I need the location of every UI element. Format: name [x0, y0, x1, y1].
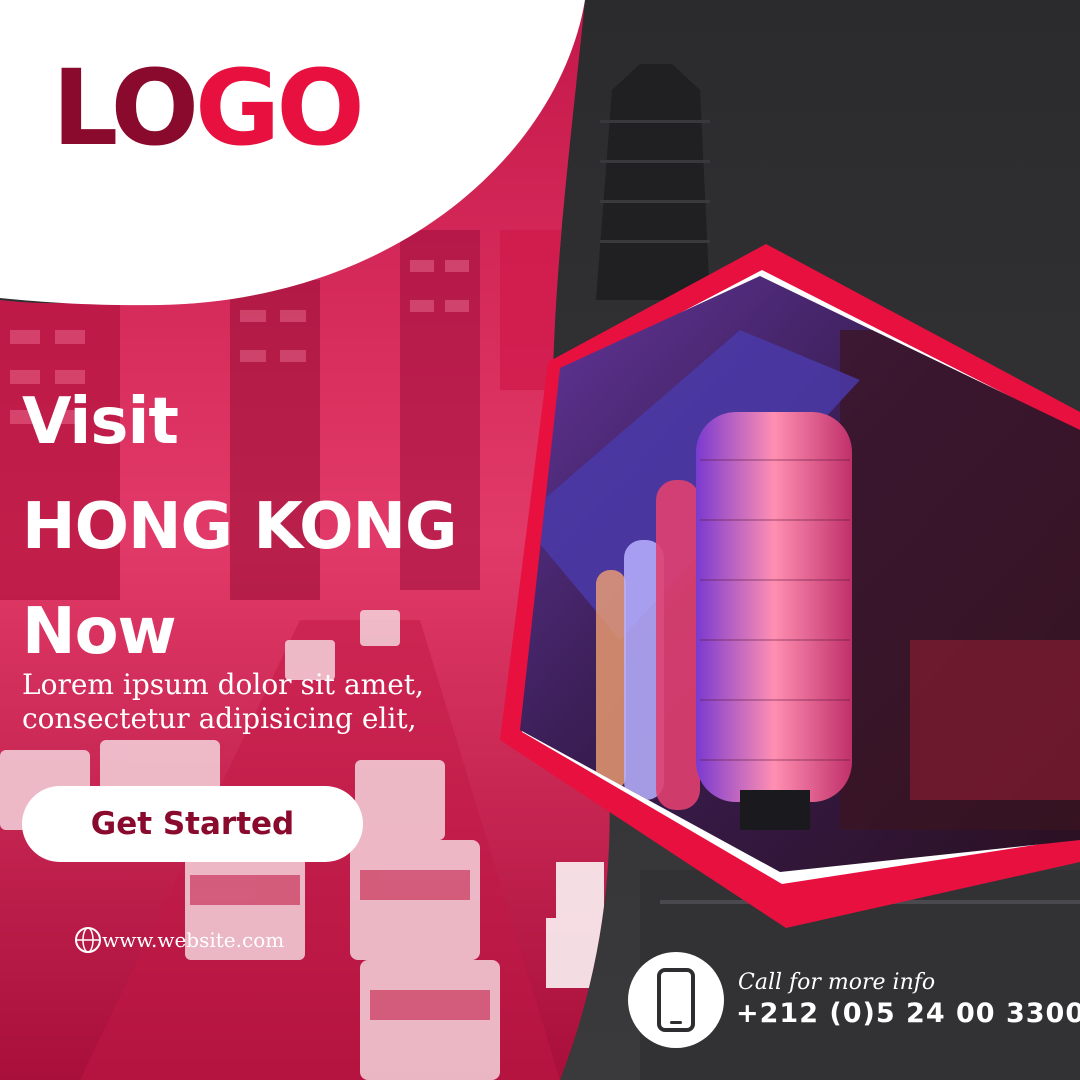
website-text: www.website.com [102, 928, 285, 952]
get-started-button[interactable]: Get Started [22, 786, 363, 862]
phone-number[interactable]: +212 (0)5 24 00 3300 [736, 998, 1080, 1029]
brand-logo: LOGO [52, 56, 365, 160]
call-label: Call for more info [738, 970, 936, 995]
skyscraper-shape [596, 64, 710, 300]
description-line-1: Lorem ipsum dolor sit amet, [22, 668, 424, 701]
website-link[interactable]: www.website.com [74, 928, 284, 952]
description-line-2: consectetur adipisicing elit, [22, 701, 417, 735]
promo-poster: LOGO Visit HONG KONG Now Lorem ipsum dol… [0, 0, 1080, 1080]
headline-line-2: HONG KONG [22, 489, 458, 564]
description: Lorem ipsum dolor sit amet, consectetur … [22, 668, 424, 735]
headline: Visit HONG KONG Now [22, 370, 458, 685]
phone-icon-badge[interactable] [628, 952, 724, 1048]
headline-line-1: Visit [22, 385, 179, 459]
logo-part-2: GO [194, 47, 365, 169]
logo-part-1: LO [52, 47, 199, 169]
phone-icon [657, 968, 695, 1032]
